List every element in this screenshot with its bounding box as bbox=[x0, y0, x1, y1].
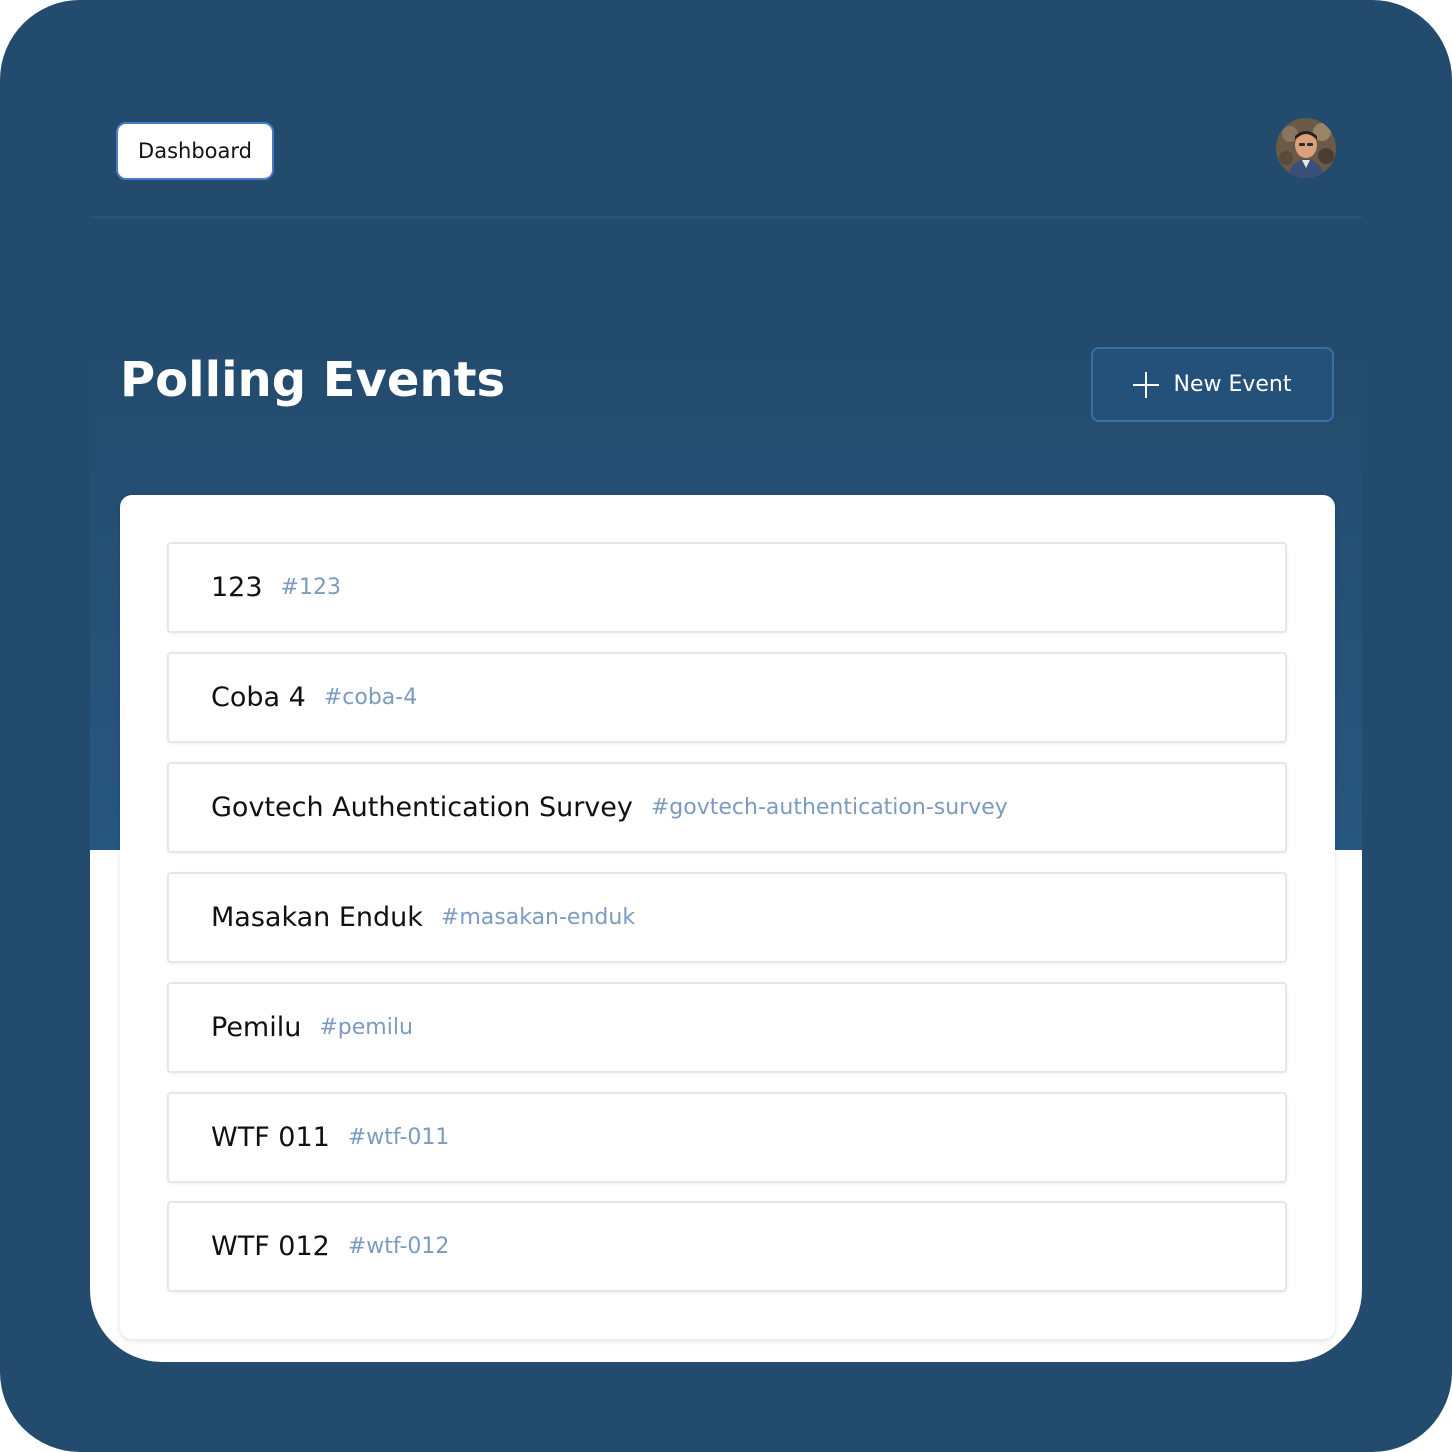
event-item[interactable]: Coba 4 #coba-4 bbox=[167, 652, 1287, 743]
event-item[interactable]: Masakan Enduk #masakan-enduk bbox=[167, 872, 1287, 963]
event-name: Coba 4 bbox=[211, 682, 306, 713]
event-name: WTF 011 bbox=[211, 1122, 330, 1153]
event-item[interactable]: 123 #123 bbox=[167, 542, 1287, 633]
plus-icon bbox=[1133, 371, 1160, 398]
dashboard-button[interactable]: Dashboard bbox=[116, 122, 274, 180]
event-name: Masakan Enduk bbox=[211, 902, 423, 933]
event-slug: #masakan-enduk bbox=[440, 905, 636, 930]
user-avatar[interactable] bbox=[1276, 118, 1336, 178]
header-divider bbox=[90, 216, 1362, 218]
event-name: Pemilu bbox=[211, 1012, 302, 1043]
event-name: 123 bbox=[211, 572, 263, 603]
avatar-photo-icon bbox=[1276, 118, 1336, 178]
event-name: Govtech Authentication Survey bbox=[211, 792, 633, 823]
event-slug: #coba-4 bbox=[323, 685, 418, 710]
event-name: WTF 012 bbox=[211, 1231, 330, 1262]
event-item[interactable]: Govtech Authentication Survey #govtech-a… bbox=[167, 762, 1287, 853]
event-slug: #wtf-012 bbox=[347, 1234, 450, 1259]
app-window: Dashboard Polling Events New Event 123 #… bbox=[90, 0, 1362, 1362]
new-event-label: New Event bbox=[1173, 372, 1292, 397]
event-item[interactable]: WTF 012 #wtf-012 bbox=[167, 1201, 1287, 1292]
events-panel: 123 #123 Coba 4 #coba-4 Govtech Authenti… bbox=[120, 495, 1335, 1339]
event-item[interactable]: Pemilu #pemilu bbox=[167, 982, 1287, 1073]
app-frame: Dashboard Polling Events New Event 123 #… bbox=[0, 0, 1452, 1452]
page-title: Polling Events bbox=[120, 352, 506, 408]
event-slug: #123 bbox=[280, 575, 341, 600]
event-slug: #pemilu bbox=[319, 1015, 413, 1040]
event-slug: #wtf-011 bbox=[347, 1125, 450, 1150]
event-item[interactable]: WTF 011 #wtf-011 bbox=[167, 1092, 1287, 1183]
new-event-button[interactable]: New Event bbox=[1091, 347, 1334, 422]
event-slug: #govtech-authentication-survey bbox=[650, 795, 1008, 820]
